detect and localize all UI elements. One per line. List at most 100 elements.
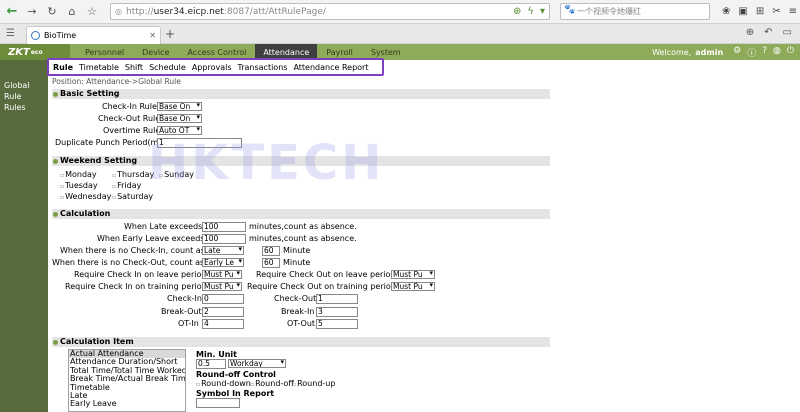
req-in-leave-label: Require Check In on leave period: [74, 270, 207, 279]
help-icon[interactable]: ?: [762, 46, 767, 59]
no-checkout-minutes[interactable]: 60: [262, 258, 280, 268]
settings-icon[interactable]: ⚙: [733, 46, 741, 59]
dropdown-icon[interactable]: ▾: [540, 6, 545, 17]
weekend-monday[interactable]: Monday: [60, 170, 97, 179]
logo-suffix: eco: [30, 48, 43, 56]
weekend-wednesday[interactable]: Wednesday: [60, 192, 111, 201]
security-icon[interactable]: ⊕: [513, 6, 521, 17]
early-leave-input[interactable]: 100: [202, 234, 246, 244]
no-checkout-label: When there is no Check-Out, count as: [52, 258, 205, 267]
req-out-leave-select[interactable]: Must Pu: [391, 270, 435, 279]
section-calculation-item: Calculation Item: [52, 337, 550, 347]
section-title: Basic Setting: [60, 89, 120, 98]
checkin-code-input[interactable]: 0: [202, 294, 244, 304]
globe-icon[interactable]: ◍: [773, 46, 781, 59]
req-in-leave-select[interactable]: Must Pu: [202, 270, 242, 279]
req-out-training-select[interactable]: Must Pu: [391, 282, 435, 291]
req-in-training-select[interactable]: Must Pu: [202, 282, 242, 291]
browser-toolbar: ← → ↻ ⌂ ☆ ◎ http://user34.eicp.net:8087/…: [0, 0, 800, 24]
search-placeholder: 一个视频令她爆红: [577, 7, 641, 16]
round-down-option[interactable]: Round-down: [196, 379, 251, 388]
extension-icon[interactable]: ✂: [772, 6, 780, 17]
welcome-area: Welcome, admin ⚙ ⓘ ? ◍ ⏻: [652, 46, 794, 59]
no-checkin-minutes[interactable]: 60: [262, 246, 280, 256]
tab-close-icon[interactable]: ✕: [149, 31, 156, 40]
weekend-friday[interactable]: Friday: [112, 181, 141, 190]
section-title: Weekend Setting: [60, 156, 138, 165]
download-icon[interactable]: ⊕: [746, 27, 754, 38]
otin-code-label: OT-In: [178, 319, 199, 328]
otout-code-input[interactable]: 5: [316, 319, 358, 329]
dup-period-label: Duplicate Punch Period(m): [55, 138, 162, 147]
back-icon[interactable]: ←: [4, 4, 20, 20]
address-bar[interactable]: ◎ http://user34.eicp.net:8087/att/AttRul…: [110, 3, 550, 20]
late-exceeds-input[interactable]: 100: [202, 222, 246, 232]
checkout-rule-label: Check-Out Rule: [98, 114, 161, 123]
roundoff-label: Round-off Control: [196, 370, 276, 379]
weekend-sunday[interactable]: Sunday: [159, 170, 194, 179]
weekend-thursday[interactable]: Thursday: [112, 170, 154, 179]
section-title: Calculation: [60, 209, 111, 218]
req-out-leave-label: Require Check Out on leave period: [256, 270, 396, 279]
symbol-input[interactable]: [196, 398, 240, 408]
checkin-rule-select[interactable]: Base On: [157, 102, 202, 111]
symbol-label: Symbol In Report: [196, 389, 275, 398]
extension-icon[interactable]: ⊞: [756, 6, 764, 17]
calculation-item-list[interactable]: Actual Attendance Attendance Duration/Sh…: [68, 349, 186, 412]
otin-code-input[interactable]: 4: [202, 319, 244, 329]
forward-icon[interactable]: →: [24, 4, 40, 20]
home-icon[interactable]: ⌂: [64, 4, 80, 20]
req-in-training-label: Require Check In on training period: [65, 282, 207, 291]
lightning-icon[interactable]: ϟ: [527, 6, 534, 17]
round-off-option[interactable]: Round-off: [250, 379, 294, 388]
section-basic-setting: Basic Setting: [52, 89, 550, 99]
tabbar-right-icons: ⊕ ↶ ▭: [746, 27, 792, 38]
min-unit-input[interactable]: 0.5: [196, 359, 226, 369]
search-input[interactable]: 一个视频令她爆红: [560, 3, 710, 20]
browser-tabbar: ☰ BioTime ✕ + ⊕ ↶ ▭: [0, 24, 800, 44]
welcome-text: Welcome,: [652, 47, 692, 57]
info-icon[interactable]: ⓘ: [747, 46, 756, 59]
min-unit-select[interactable]: Workday: [228, 359, 286, 368]
breakout-code-input[interactable]: 2: [202, 307, 244, 317]
dup-period-input[interactable]: 1: [157, 138, 242, 148]
minute-label: Minute: [283, 246, 311, 255]
restore-icon[interactable]: ↶: [764, 27, 772, 38]
weekend-saturday[interactable]: Saturday: [112, 192, 153, 201]
weekend-tuesday[interactable]: Tuesday: [60, 181, 98, 190]
overtime-rule-select[interactable]: Auto OT: [157, 126, 202, 135]
breakin-code-label: Break-In: [281, 307, 315, 316]
menu-icon[interactable]: ≡: [789, 6, 797, 17]
extension-icons: ❀ ▣ ⊞ ✂ ≡: [722, 6, 797, 17]
highlight-box: [47, 58, 384, 76]
reload-icon[interactable]: ↻: [44, 4, 60, 20]
logo-text: ZKT: [8, 46, 30, 58]
late-exceeds-label: When Late exceeds: [124, 222, 203, 231]
round-up-option[interactable]: Round-up: [292, 379, 335, 388]
no-checkin-select[interactable]: Late: [202, 246, 244, 255]
bookmark-star-icon[interactable]: ☆: [84, 4, 100, 20]
extension-icon[interactable]: ▣: [738, 6, 747, 17]
overtime-rule-label: Overtime Rule: [103, 126, 161, 135]
min-unit-label: Min. Unit: [196, 350, 237, 359]
main-content: Position: Attendance->Global Rule Basic …: [50, 76, 800, 412]
no-checkout-select[interactable]: Early Le: [202, 258, 244, 267]
username: admin: [695, 47, 724, 57]
tab-list-icon[interactable]: ☰: [6, 28, 15, 39]
no-checkin-label: When there is no Check-In, count as: [60, 246, 205, 255]
req-out-training-label: Require Check Out on training period: [247, 282, 396, 291]
list-item[interactable]: Early Leave: [69, 400, 185, 409]
breakin-code-input[interactable]: 3: [316, 307, 358, 317]
logout-icon[interactable]: ⏻: [787, 46, 794, 59]
new-tab-button[interactable]: +: [165, 27, 175, 41]
left-item-rules[interactable]: Rules: [0, 102, 48, 113]
minute-label: Minute: [283, 258, 311, 267]
extension-icon[interactable]: ❀: [722, 6, 730, 17]
window-icon[interactable]: ▭: [783, 27, 792, 38]
tab-favicon-icon: [31, 31, 40, 40]
left-item-global-rule[interactable]: Global Rule: [0, 80, 48, 102]
browser-tab[interactable]: BioTime ✕: [26, 26, 161, 44]
breadcrumb: Position: Attendance->Global Rule: [52, 77, 181, 86]
checkout-code-input[interactable]: 1: [316, 294, 358, 304]
checkout-rule-select[interactable]: Base On: [157, 114, 202, 123]
